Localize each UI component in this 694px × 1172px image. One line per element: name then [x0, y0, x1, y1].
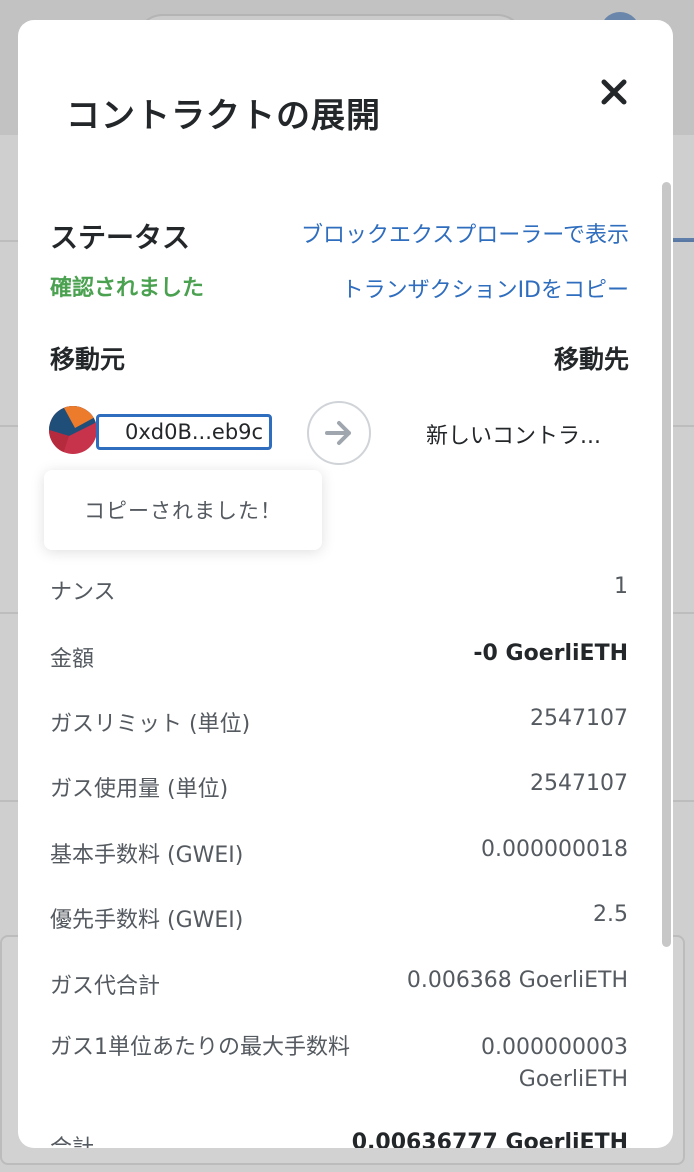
- account-avatar: [49, 406, 97, 454]
- detail-key: 金額: [50, 647, 95, 672]
- detail-value: -0 GoerliETH: [473, 641, 628, 666]
- detail-key: 合計: [50, 1130, 94, 1148]
- direction-arrow: [307, 401, 371, 465]
- view-on-explorer-link[interactable]: ブロックエクスプローラーで表示: [301, 217, 629, 249]
- detail-key: ガスリミット (単位): [50, 712, 251, 737]
- close-button[interactable]: [594, 72, 634, 112]
- detail-value: 1: [614, 574, 628, 599]
- detail-value: 2547107: [530, 706, 628, 731]
- status-heading: ステータス: [50, 221, 191, 254]
- from-label: 移動元: [50, 345, 126, 374]
- detail-value: 2.5: [593, 902, 628, 927]
- modal-content: コントラクトの展開 ステータス 確認されました ブロックエクスプローラーで表示 …: [18, 20, 673, 1148]
- detail-key: 基本手数料 (GWEI): [50, 843, 244, 868]
- detail-value: 2547107: [530, 771, 628, 796]
- detail-key: ナンス: [50, 580, 116, 605]
- modal-title: コントラクトの展開: [66, 96, 381, 136]
- copy-transaction-id-link[interactable]: トランザクションIDをコピー: [342, 272, 629, 304]
- detail-key: ガス使用量 (単位): [50, 777, 229, 802]
- transaction-detail-modal: コントラクトの展開 ステータス 確認されました ブロックエクスプローラーで表示 …: [18, 20, 673, 1148]
- close-icon: [601, 79, 627, 105]
- detail-key: ガス代合計: [50, 974, 161, 999]
- copied-tooltip: コピーされました！: [44, 470, 322, 550]
- detail-key: 優先手数料 (GWEI): [50, 908, 244, 933]
- arrow-right-icon: [325, 421, 351, 445]
- background-tab-indicator: [672, 238, 694, 242]
- detail-value: 0.006368 GoerliETH: [406, 968, 628, 993]
- detail-value: 0.000000003 GoerliETH: [481, 1035, 628, 1092]
- detail-value: 0.00636777 GoerliETH: [351, 1130, 628, 1148]
- from-address-copy-button[interactable]: 0xd0B...eb9c: [96, 414, 272, 450]
- detail-value: 0.000000018: [481, 837, 628, 862]
- to-label: 移動先: [553, 345, 629, 374]
- status-badge: 確認されました: [50, 276, 205, 301]
- scrollbar-thumb[interactable]: [662, 182, 671, 947]
- to-contract-name: 新しいコントラ...: [426, 424, 601, 449]
- detail-key: ガス1単位あたりの最大手数料: [50, 1035, 350, 1060]
- jazzicon-icon: [49, 406, 97, 454]
